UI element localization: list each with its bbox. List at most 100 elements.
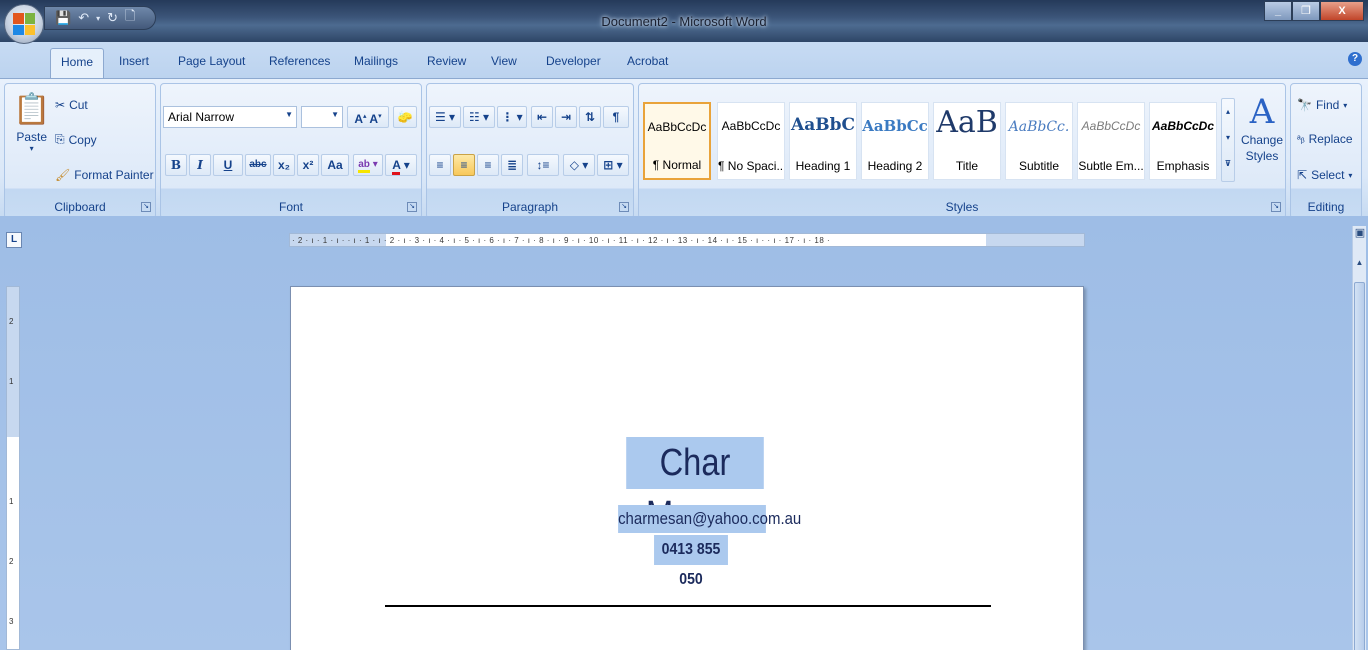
highlight-color-button[interactable]: ab ▾ — [353, 154, 383, 176]
change-styles-icon: A — [1249, 92, 1275, 132]
tab-review[interactable]: Review — [427, 54, 466, 68]
change-case-button[interactable]: Aa — [321, 154, 349, 176]
quick-access-toolbar: 💾 ↶ ▾ ↻ 🗋 — [44, 6, 156, 30]
multilevel-list-button[interactable]: ⋮ ▾ — [497, 106, 527, 128]
style-emphasis[interactable]: AaBbCcDc Emphasis — [1149, 102, 1217, 180]
change-styles-button[interactable]: A Change Styles — [1239, 92, 1285, 164]
clipboard-group-label: Clipboard — [54, 200, 106, 214]
save-icon[interactable]: 💾 — [55, 10, 71, 26]
paste-icon: 📋 — [13, 93, 51, 126]
minimize-button[interactable]: _ — [1264, 1, 1292, 21]
ruler-marks: · 2 · ı · 1 · ı · · ı · 1 · ı · 2 · ı · … — [292, 236, 831, 245]
tab-references[interactable]: References — [269, 54, 330, 68]
cursor-icon: ⇱ — [1297, 168, 1308, 182]
replace-button[interactable]: ᵃᵦ Replace — [1297, 132, 1353, 146]
grow-shrink-font-buttons[interactable]: A▴ A▾ — [347, 106, 389, 128]
view-ruler-icon[interactable]: ▣ — [1353, 226, 1367, 246]
font-group: Arial Narrow ▼ ▼ A▴ A▾ 🧽 B I U abc x₂ x² … — [160, 83, 422, 219]
style-subtle-emphasis[interactable]: AaBbCcDc Subtle Em... — [1077, 102, 1145, 180]
superscript-button[interactable]: x² — [297, 154, 319, 176]
tab-developer[interactable]: Developer — [546, 54, 601, 68]
font-color-button[interactable]: A ▾ — [385, 154, 417, 176]
numbering-button[interactable]: ☷ ▾ — [463, 106, 495, 128]
style-no-spacing[interactable]: AaBbCcDc ¶ No Spaci... — [717, 102, 785, 180]
help-icon[interactable]: ? — [1348, 52, 1362, 66]
window-title: Document2 - Microsoft Word — [601, 14, 767, 29]
tab-mailings[interactable]: Mailings — [354, 54, 398, 68]
decrease-indent-button[interactable]: ⇤ — [531, 106, 553, 128]
print-preview-icon[interactable]: 🗋 — [125, 7, 135, 29]
vertical-ruler[interactable]: 2 1 1 2 3 — [6, 286, 20, 650]
tab-insert[interactable]: Insert — [119, 54, 149, 68]
align-left-button[interactable]: ≡ — [429, 154, 451, 176]
underline-button[interactable]: U — [213, 154, 243, 176]
select-button[interactable]: ⇱ Select ▾ — [1297, 168, 1352, 182]
style-heading-1[interactable]: AaBbC Heading 1 — [789, 102, 857, 180]
clear-formatting-button[interactable]: 🧽 — [393, 106, 417, 128]
highlighter-icon: ab — [358, 159, 370, 173]
scroll-up-icon[interactable]: ▲ — [1354, 258, 1365, 274]
undo-dropdown-icon[interactable]: ▾ — [96, 14, 100, 23]
strikethrough-button[interactable]: abc — [245, 154, 271, 176]
chevron-down-icon: ▼ — [285, 110, 293, 119]
editing-group-label: Editing — [1307, 200, 1345, 214]
style-subtitle[interactable]: AaBbCc. Subtitle — [1005, 102, 1073, 180]
copy-button[interactable]: ⎘ Copy — [55, 132, 97, 147]
editing-group: 🔭 Find ▾ ᵃᵦ Replace ⇱ Select ▾ Editing — [1290, 83, 1362, 219]
undo-icon[interactable]: ↶ — [78, 10, 89, 26]
replace-icon: ᵃᵦ — [1297, 133, 1305, 145]
document-page[interactable]: Char Mesan charmesan@yahoo.com.au 0413 8… — [290, 286, 1084, 650]
document-name-line[interactable]: Char Mesan — [626, 437, 764, 536]
ribbon: 📋 Paste ▾ ✂ Cut ⎘ Copy 🖌 Format Painter Cli… — [0, 78, 1368, 219]
tab-view[interactable]: View — [491, 54, 517, 68]
style-heading-2[interactable]: AaBbCc Heading 2 — [861, 102, 929, 180]
justify-button[interactable]: ≣ — [501, 154, 523, 176]
scrollbar-thumb[interactable] — [1354, 282, 1365, 650]
italic-button[interactable]: I — [189, 154, 211, 176]
styles-group-label: Styles — [945, 200, 979, 214]
cut-button[interactable]: ✂ Cut — [55, 98, 88, 112]
scissors-icon: ✂ — [55, 98, 66, 112]
line-spacing-button[interactable]: ↕≡ — [527, 154, 559, 176]
clipboard-group: 📋 Paste ▾ ✂ Cut ⎘ Copy 🖌 Format Painter Cli… — [4, 83, 156, 219]
vertical-scrollbar[interactable]: ▣ ▲ — [1352, 226, 1366, 650]
bold-button[interactable]: B — [165, 154, 187, 176]
style-normal[interactable]: AaBbCcDc ¶ Normal — [643, 102, 711, 180]
chevron-down-icon: ▼ — [331, 110, 339, 119]
style-title[interactable]: AaB Title — [933, 102, 1001, 180]
sort-button[interactable]: ⇅ — [579, 106, 601, 128]
shading-button[interactable]: ◇ ▾ — [563, 154, 595, 176]
font-size-combo[interactable]: ▼ — [301, 106, 343, 128]
chevron-down-icon: ▾ — [29, 144, 34, 153]
find-button[interactable]: 🔭 Find ▾ — [1297, 98, 1347, 112]
increase-indent-button[interactable]: ⇥ — [555, 106, 577, 128]
center-button[interactable]: ≡ — [453, 154, 475, 176]
tab-acrobat[interactable]: Acrobat — [627, 54, 668, 68]
dialog-launcher-icon[interactable]: ↘ — [141, 202, 151, 212]
close-button[interactable]: X — [1320, 1, 1364, 21]
horizontal-ruler[interactable]: · 2 · ı · 1 · ı · · ı · 1 · ı · 2 · ı · … — [289, 233, 1085, 247]
tab-home[interactable]: Home — [50, 48, 105, 78]
document-phone-line[interactable]: 0413 855 050 — [654, 535, 728, 588]
document-email-line[interactable]: charmesan@yahoo.com.au — [618, 505, 801, 533]
ribbon-tabs: Home Insert Page Layout References Maili… — [0, 42, 1368, 78]
office-button[interactable] — [4, 4, 44, 44]
tab-selector-button[interactable]: L — [6, 232, 22, 248]
tab-page-layout[interactable]: Page Layout — [178, 54, 245, 68]
horizontal-rule — [385, 605, 991, 607]
copy-icon: ⎘ — [55, 132, 65, 146]
font-name-combo[interactable]: Arial Narrow ▼ — [163, 106, 297, 128]
show-hide-button[interactable]: ¶ — [603, 106, 629, 128]
styles-gallery-scroll[interactable]: ▴ ▾ ⊽ — [1221, 98, 1235, 182]
dialog-launcher-icon[interactable]: ↘ — [1271, 202, 1281, 212]
bullets-button[interactable]: ☰ ▾ — [429, 106, 461, 128]
redo-icon[interactable]: ↻ — [107, 10, 118, 26]
align-right-button[interactable]: ≡ — [477, 154, 499, 176]
dialog-launcher-icon[interactable]: ↘ — [407, 202, 417, 212]
subscript-button[interactable]: x₂ — [273, 154, 295, 176]
borders-button[interactable]: ⊞ ▾ — [597, 154, 629, 176]
format-painter-button[interactable]: 🖌 Format Painter — [55, 168, 154, 182]
paste-button[interactable]: 📋 Paste ▾ — [13, 90, 50, 153]
restore-button[interactable]: ❐ — [1292, 1, 1320, 21]
dialog-launcher-icon[interactable]: ↘ — [619, 202, 629, 212]
